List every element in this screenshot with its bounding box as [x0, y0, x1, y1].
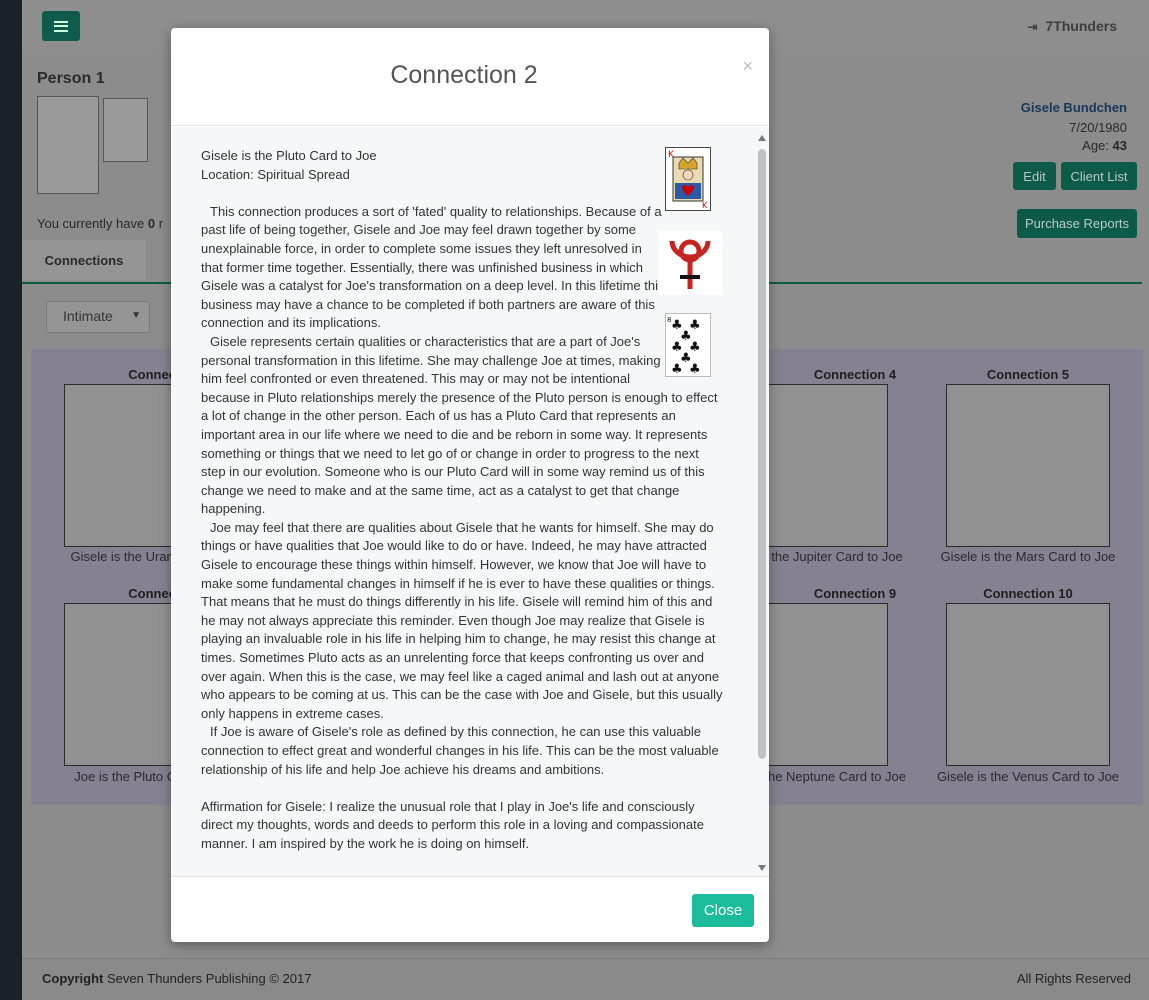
connection-line: Gisele is the Pluto Card to Joe [201, 148, 377, 163]
menu-toggle-button[interactable] [42, 11, 80, 41]
tab-connections[interactable]: Connections [22, 240, 146, 280]
modal-title: Connection 2 [390, 61, 538, 89]
modal-scrollbar[interactable] [758, 135, 766, 871]
client-age: Age: 43 [1082, 138, 1127, 153]
user-name: 7Thunders [1045, 18, 1117, 34]
card-rank-label: K [702, 201, 708, 210]
modal-body[interactable]: Gisele is the Pluto Card to Joe Location… [171, 127, 769, 877]
page-footer: Copyright Seven Thunders Publishing © 20… [22, 958, 1149, 1000]
king-of-hearts-card-image [37, 96, 99, 194]
six-of-hearts-card-image [103, 98, 148, 162]
description-paragraph: This connection produces a sort of 'fate… [201, 203, 665, 331]
connection-cell-caption: he Neptune Card to Joe [767, 769, 907, 784]
scrollbar-thumb[interactable] [758, 149, 766, 759]
connection-modal: Connection 2 × Gisele is the Pluto Card … [171, 28, 769, 942]
scroll-down-arrow-icon[interactable] [758, 865, 766, 871]
venus-symbol-image[interactable] [946, 603, 1110, 766]
sign-out-icon: ⇥ [1027, 20, 1038, 34]
modal-header: Connection 2 × [171, 28, 769, 126]
client-list-button[interactable]: Client List [1061, 162, 1137, 190]
affirmation-text: Affirmation for Gisele: I realize the un… [201, 798, 704, 851]
credits-text: You currently have 0 r [37, 216, 164, 231]
connection-cell-caption: the Jupiter Card to Joe [771, 549, 903, 564]
select-value: Intimate [63, 308, 113, 324]
user-menu-link[interactable]: ⇥ 7Thunders [1027, 18, 1117, 34]
king-of-hearts-card-icon: K K [665, 147, 711, 211]
connection-description: Gisele is the Pluto Card to Joe Location… [201, 147, 725, 854]
close-button[interactable]: Close [692, 894, 754, 927]
left-sidebar [0, 0, 22, 1000]
location-line: Location: Spiritual Spread [201, 166, 350, 182]
svg-text:♣: ♣ [671, 362, 683, 377]
connection-cell-title: Connection 9 [813, 586, 897, 601]
purchase-reports-button[interactable]: Purchase Reports [1017, 209, 1137, 238]
client-dob: 7/20/1980 [1069, 120, 1127, 135]
rights-text: All Rights Reserved [1016, 971, 1131, 986]
person-title: Person 1 [37, 70, 105, 87]
connection-type-select[interactable]: Intimate ▼ [46, 301, 150, 333]
chevron-down-icon: ▼ [131, 310, 141, 321]
connection-cell-title: Connection 10 [983, 586, 1073, 601]
connection-cell-caption: Gisele is the Mars Card to Joe [940, 549, 1116, 564]
copyright-text: Copyright Seven Thunders Publishing © 20… [42, 971, 312, 986]
svg-text:♣: ♣ [689, 362, 701, 377]
close-icon[interactable]: × [742, 56, 753, 77]
description-paragraph: Joe may feel that there are qualities ab… [201, 519, 723, 721]
description-paragraph: Gisele represents certain qualities or c… [201, 333, 718, 517]
connection-cell-caption: Gisele is the Venus Card to Joe [936, 769, 1120, 784]
scroll-up-arrow-icon[interactable] [758, 135, 766, 141]
eight-of-clubs-card-icon: 8 ♣ ♣ ♣ ♣ ♣ ♣ ♣ ♣ [665, 313, 711, 377]
hamburger-icon [54, 20, 68, 32]
mars-symbol-image[interactable] [946, 384, 1110, 547]
edit-button[interactable]: Edit [1013, 162, 1056, 190]
description-paragraph: If Joe is aware of Gisele's role as defi… [201, 724, 719, 777]
connection-cell-title: Connection 5 [986, 367, 1070, 382]
connection-cell-title: Connection 4 [813, 367, 897, 382]
client-name-link[interactable]: Gisele Bundchen [1021, 100, 1127, 115]
pluto-symbol-icon [658, 231, 722, 295]
